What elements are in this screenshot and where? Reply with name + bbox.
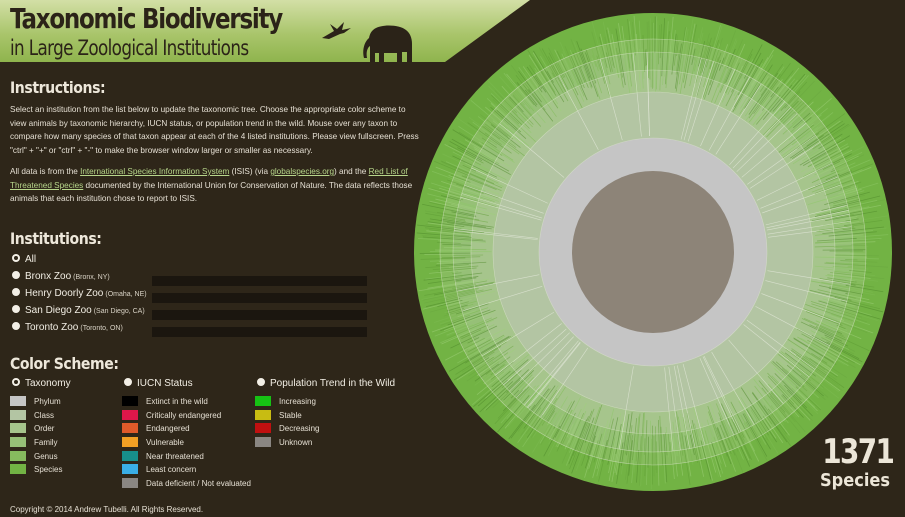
elephant-icon [363, 25, 412, 62]
taxonomy-sunburst[interactable] [414, 13, 892, 491]
copyright-notice: Copyright © 2014 Andrew Tubelli. All Rig… [10, 505, 204, 514]
scheme-option-taxonomy[interactable]: Taxonomy [12, 378, 71, 389]
legend-item: Endangered [122, 422, 190, 435]
isis-link[interactable]: International Species Information System [80, 167, 229, 176]
color-swatch [10, 422, 26, 433]
sunburst-segment[interactable] [847, 265, 855, 268]
radio-icon[interactable] [12, 288, 20, 297]
bird-icon [322, 22, 351, 39]
color-swatch [10, 395, 26, 406]
toronto-zoo-bar [152, 327, 367, 337]
bronx-zoo-bar [152, 276, 367, 286]
color-swatch [10, 450, 26, 461]
color-swatch [10, 463, 26, 474]
sunburst-segment[interactable] [645, 48, 647, 66]
color-swatch [122, 395, 138, 406]
sunburst-segment[interactable] [851, 243, 866, 245]
scheme-option-iucn-status[interactable]: IUCN Status [124, 378, 193, 389]
legend-item: Decreasing [255, 422, 319, 435]
radio-icon[interactable] [12, 305, 20, 314]
san-diego-zoo-bar [152, 310, 367, 320]
legend-item: Data deficient / Not evaluated [122, 477, 251, 490]
legend-item: Critically endangered [122, 409, 221, 422]
color-swatch [255, 395, 271, 406]
legend-item: Extinct in the wild [122, 395, 208, 408]
color-swatch [10, 436, 26, 447]
color-swatch [10, 409, 26, 420]
data-source-text: All data is from the International Speci… [10, 167, 413, 204]
species-count: 1371 [822, 432, 895, 472]
institutions-heading: Institutions: [10, 229, 102, 248]
sunburst-segment[interactable] [442, 245, 462, 247]
institution-option-toronto-zoo[interactable]: Toronto Zoo (Toronto, ON) [12, 322, 123, 338]
institution-option-bronx-zoo[interactable]: Bronx Zoo (Bronx, NY) [12, 271, 110, 287]
globalspecies-link[interactable]: globalspecies.org [270, 167, 334, 176]
ring-root[interactable] [572, 171, 734, 333]
color-swatch [122, 436, 138, 447]
institution-option-san-diego-zoo[interactable]: San Diego Zoo (San Diego, CA) [12, 305, 145, 321]
species-count-label: Species [819, 470, 891, 491]
radio-icon[interactable] [257, 378, 265, 387]
institution-option-all[interactable]: All [12, 254, 36, 270]
radio-icon[interactable] [12, 322, 20, 331]
color-scheme-heading: Color Scheme: [10, 354, 119, 373]
sunburst-segment[interactable] [453, 254, 484, 256]
scheme-option-population-trend[interactable]: Population Trend in the Wild [257, 378, 395, 389]
instructions-heading: Instructions: [10, 78, 106, 97]
instructions-text: Select an institution from the list belo… [10, 105, 419, 155]
color-swatch [122, 422, 138, 433]
radio-icon[interactable] [12, 271, 20, 280]
legend-item: Phylum [10, 395, 61, 408]
institution-option-henry-doorly-zoo[interactable]: Henry Doorly Zoo (Omaha, NE) [12, 288, 147, 304]
legend-item: Increasing [255, 395, 316, 408]
radio-selected-icon[interactable] [12, 378, 20, 387]
page-subtitle: in Large Zoological Institutions [10, 36, 249, 60]
page-title: Taxonomic Biodiversity [10, 2, 283, 35]
color-swatch [122, 463, 138, 474]
henry-doorly-zoo-bar [152, 293, 367, 303]
color-swatch [122, 450, 138, 461]
color-swatch [255, 409, 271, 420]
color-swatch [255, 422, 271, 433]
radio-icon[interactable] [124, 378, 132, 387]
legend-item: Family [10, 436, 58, 449]
legend-item: Species [10, 463, 62, 476]
legend-item: Least concern [122, 463, 196, 476]
radio-selected-icon[interactable] [12, 254, 20, 263]
legend-item: Unknown [255, 436, 312, 449]
color-swatch [122, 409, 138, 420]
legend-item: Class [10, 409, 54, 422]
legend-item: Order [10, 422, 54, 435]
sunburst-segment[interactable] [450, 248, 487, 251]
color-swatch [255, 436, 271, 447]
legend-item: Vulnerable [122, 436, 184, 449]
legend-item: Stable [255, 409, 302, 422]
color-swatch [122, 477, 138, 488]
legend-item: Genus [10, 450, 58, 463]
legend-item: Near threatened [122, 450, 204, 463]
